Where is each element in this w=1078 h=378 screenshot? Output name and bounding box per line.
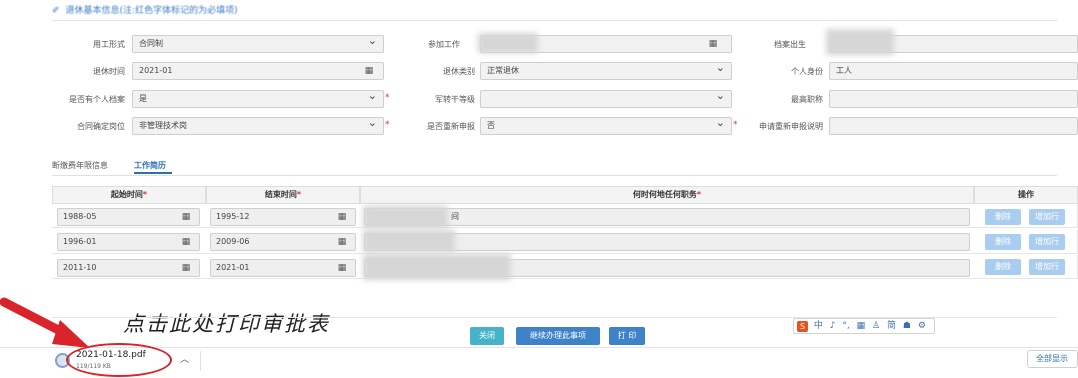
section-divider: [52, 20, 1057, 21]
ime-moon-icon[interactable]: ♪: [830, 321, 836, 331]
ime-user-icon[interactable]: ♙: [872, 321, 880, 331]
column-header-ops: 操作: [974, 186, 1078, 204]
show-all-button[interactable]: 全部显示: [1027, 350, 1078, 368]
start-date-field[interactable]: 1996-01 ▦: [57, 233, 200, 251]
redacted-duty: [363, 230, 455, 252]
calendar-icon[interactable]: ▦: [176, 260, 196, 276]
ime-simplified-icon[interactable]: 简: [887, 321, 896, 331]
end-date-field[interactable]: 1995-12 ▦: [210, 208, 356, 226]
title-label: 最高职称: [791, 95, 823, 104]
personal-file-label: 是否有个人档案: [69, 95, 125, 104]
reapply-note-field[interactable]: [829, 117, 1078, 135]
chevron-up-icon[interactable]: ︿: [180, 352, 189, 365]
column-header-duty: 何时何地任何职务*: [360, 186, 974, 204]
pin-icon: ✐: [52, 6, 60, 16]
delete-row-button[interactable]: 删除: [985, 259, 1021, 275]
required-marker: *: [733, 120, 738, 130]
retire-time-field[interactable]: 2021-01 ▦: [132, 62, 384, 80]
add-row-button[interactable]: 增加行: [1029, 234, 1065, 250]
add-row-button[interactable]: 增加行: [1029, 259, 1065, 275]
contract-post-select[interactable]: 非管理技术岗: [132, 117, 384, 135]
continue-button[interactable]: 继续办理此事项: [516, 327, 600, 345]
delete-row-button[interactable]: 删除: [985, 209, 1021, 225]
active-tab-indicator: [134, 172, 172, 174]
end-date-field[interactable]: 2021-01 ▦: [210, 259, 356, 277]
end-date-field[interactable]: 2009-06 ▦: [210, 233, 356, 251]
calendar-icon[interactable]: ▦: [332, 260, 352, 276]
print-button[interactable]: 打 印: [609, 327, 645, 345]
ime-chinese-icon[interactable]: 中: [814, 321, 823, 331]
calendar-icon[interactable]: ▦: [332, 209, 352, 225]
redacted-birth: [826, 29, 894, 55]
column-header-end: 结束时间*: [206, 186, 360, 204]
employment-select[interactable]: 合同制: [132, 35, 384, 53]
reapply-label: 是否重新申报: [427, 122, 475, 131]
calendar-icon[interactable]: ▦: [176, 234, 196, 250]
required-marker: *: [385, 120, 390, 130]
ime-keyboard-icon[interactable]: ▦: [857, 321, 866, 331]
cadre-level-label: 军转干等级: [435, 95, 475, 104]
close-button[interactable]: 关闭: [470, 327, 504, 345]
ime-skin-icon[interactable]: ☗: [903, 321, 911, 331]
personal-file-select[interactable]: 是: [132, 90, 384, 108]
redacted-join-work: [478, 33, 538, 53]
retire-time-label: 退休时间: [93, 67, 125, 76]
identity-label: 个人身份: [791, 67, 823, 76]
print-hint-annotation: 点击此处打印审批表: [123, 312, 330, 336]
employment-label: 用工形式: [93, 40, 125, 49]
retire-type-label: 退休类别: [443, 67, 475, 76]
duty-field[interactable]: 间: [364, 208, 970, 226]
required-marker: *: [385, 93, 390, 103]
column-header-start: 起始时间*: [52, 186, 206, 204]
calendar-icon[interactable]: ▦: [703, 36, 723, 52]
download-divider: [200, 351, 201, 371]
tab-work-resume[interactable]: 工作简历: [134, 160, 166, 171]
redacted-duty: [363, 206, 448, 228]
ime-toolbar[interactable]: S 中 ♪ °, ▦ ♙ 简 ☗ ⚙: [793, 318, 935, 334]
redacted-duty: [363, 254, 511, 280]
start-date-field[interactable]: 1988-05 ▦: [57, 208, 200, 226]
red-arrow-icon: [0, 297, 90, 348]
reapply-select[interactable]: 否: [480, 117, 732, 135]
reapply-note-label: 申请重新申报说明: [759, 122, 823, 131]
calendar-icon[interactable]: ▦: [359, 63, 379, 79]
add-row-button[interactable]: 增加行: [1029, 209, 1065, 225]
join-work-label: 参加工作: [428, 40, 460, 49]
sogou-logo-icon: S: [797, 320, 808, 332]
retire-type-select[interactable]: 正常退休: [480, 62, 732, 80]
contract-post-label: 合同确定岗位: [77, 122, 125, 131]
section-title: ✐ 退休基本信息(注:红色字体标记的为必填项): [52, 6, 238, 16]
start-date-field[interactable]: 2011-10 ▦: [57, 259, 200, 277]
calendar-icon[interactable]: ▦: [176, 209, 196, 225]
ime-settings-icon[interactable]: ⚙: [918, 321, 926, 331]
title-field[interactable]: [829, 90, 1078, 108]
red-circle-annotation: [66, 343, 172, 377]
tab-payment-years[interactable]: 断缴费年限信息: [52, 160, 108, 171]
ime-punctuation-icon[interactable]: °,: [842, 321, 849, 331]
birth-label: 档案出生: [774, 40, 806, 49]
identity-field[interactable]: 工人: [829, 62, 1078, 80]
cadre-level-select[interactable]: [480, 90, 732, 108]
calendar-icon[interactable]: ▦: [332, 234, 352, 250]
delete-row-button[interactable]: 删除: [985, 234, 1021, 250]
tabs-divider: [52, 175, 1057, 176]
